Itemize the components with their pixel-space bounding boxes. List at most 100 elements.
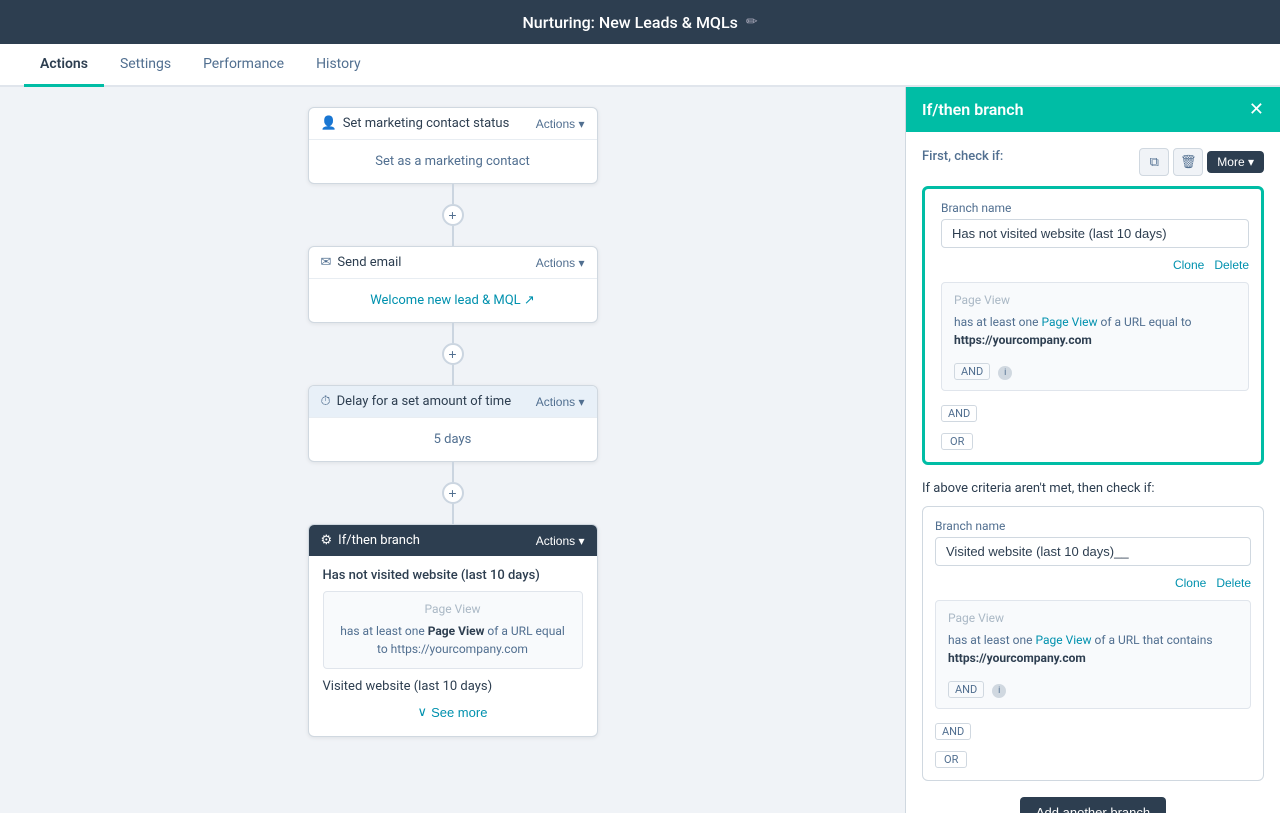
panel-toolbar: ⧉ 🗑 More ▾ [1139,148,1264,176]
tab-settings[interactable]: Settings [104,44,187,87]
connector-line [452,323,454,343]
workflow-canvas: 👤 Set marketing contact status Actions ▾… [0,87,905,813]
right-panel: If/then branch ✕ First, check if: ⧉ 🗑 Mo… [905,87,1280,813]
connector-line [452,462,454,482]
ifthen-icon: ⚙ [321,533,333,548]
node-body-email: Welcome new lead & MQL ↗ [309,279,597,322]
delete-btn-1[interactable]: Delete [1214,258,1249,272]
tab-performance[interactable]: Performance [187,44,300,87]
connector-line [452,226,454,246]
person-icon: 👤 [321,116,337,131]
node-header-left: 👤 Set marketing contact status [321,116,510,131]
node-header-delay-left: ⏱ Delay for a set amount of time [321,394,512,409]
page-view-title-canvas: Page View [336,602,570,616]
and-btn-below-1[interactable]: AND [941,405,977,422]
condition-title-2: Page View [948,611,1238,625]
clone-delete-row-1: Clone Delete [941,258,1249,272]
page-view-link-2: Page View [1035,633,1091,647]
info-icon-1: i [998,366,1012,380]
main-layout: 👤 Set marketing contact status Actions ▾… [0,87,1280,813]
and-row-below-1: AND [941,399,1249,422]
condition-text-1: has at least one Page View of a URL equa… [954,313,1236,349]
condition-card-2: Page View has at least one Page View of … [935,600,1251,709]
tab-actions[interactable]: Actions [24,44,104,87]
node-header-marketing: 👤 Set marketing contact status Actions ▾ [309,108,597,140]
actions-btn-marketing[interactable]: Actions ▾ [536,117,585,131]
node-type-delay: Delay for a set amount of time [337,394,511,409]
ifthen-header-left: ⚙ If/then branch [321,533,420,548]
node-type-marketing: Set marketing contact status [343,116,510,131]
condition-text-2: has at least one Page View of a URL that… [948,631,1238,667]
clone-btn-2[interactable]: Clone [1175,576,1206,590]
node-body-delay: 5 days [309,418,597,461]
and-row-below-2: AND [935,717,1251,740]
node-delay: ⏱ Delay for a set amount of time Actions… [308,385,598,462]
edit-icon[interactable]: ✏ [746,14,758,30]
condition-title-1: Page View [954,293,1236,307]
node-send-email: ✉ Send email Actions ▾ Welcome new lead … [308,246,598,323]
and-btn-1[interactable]: AND [954,363,990,380]
node-type-email: Send email [337,255,401,270]
branch-name-label-1: Branch name [941,201,1249,215]
or-btn-2[interactable]: OR [935,751,967,768]
add-step-btn-1[interactable]: + [442,204,464,226]
and-row-2: AND i [948,675,1238,698]
clone-btn-1[interactable]: Clone [1173,258,1204,272]
panel-close-btn[interactable]: ✕ [1249,99,1264,120]
node-header-email-left: ✉ Send email [321,255,402,270]
ifthen-body: Has not visited website (last 10 days) P… [309,556,597,736]
and-row-1: AND i [954,357,1236,380]
copy-icon-btn[interactable]: ⧉ [1139,148,1169,176]
ifthen-type: If/then branch [338,533,420,548]
node-marketing-status: 👤 Set marketing contact status Actions ▾… [308,107,598,184]
connector-3: + [442,462,464,524]
page-view-link-canvas: Page View [428,624,485,638]
add-branch-btn[interactable]: Add another branch [1020,797,1166,813]
add-step-btn-2[interactable]: + [442,343,464,365]
branch-name-input-1[interactable] [941,219,1249,248]
nav-tabs: Actions Settings Performance History [0,44,1280,87]
more-btn[interactable]: More ▾ [1207,151,1264,173]
actions-btn-email[interactable]: Actions ▾ [536,256,585,270]
node-header-email: ✉ Send email Actions ▾ [309,247,597,279]
email-link[interactable]: Welcome new lead & MQL ↗ [370,293,535,308]
workflow-container: 👤 Set marketing contact status Actions ▾… [153,107,753,737]
condition-text-canvas: has at least one Page View of a URL equa… [336,622,570,658]
node-ifthen: ⚙ If/then branch Actions ▾ Has not visit… [308,524,598,737]
and-btn-2[interactable]: AND [948,681,984,698]
connector-2: + [442,323,464,385]
tab-history[interactable]: History [300,44,377,87]
external-link-icon: ↗ [524,293,535,308]
page-view-card-canvas: Page View has at least one Page View of … [323,591,583,669]
branch-1-section: Branch name Clone Delete Page View has a… [922,186,1264,465]
or-btn-1[interactable]: OR [941,433,973,450]
and-btn-below-2[interactable]: AND [935,723,971,740]
panel-header: If/then branch ✕ [906,87,1280,132]
panel-body: First, check if: ⧉ 🗑 More ▾ Branch name … [906,132,1280,813]
visited-label: Visited website (last 10 days) [323,679,583,694]
clone-delete-row-2: Clone Delete [935,576,1251,590]
connector-1: + [442,184,464,246]
branch-name-input-2[interactable] [935,537,1251,566]
second-check-label: If above criteria aren't met, then check… [922,481,1264,496]
condition-card-1: Page View has at least one Page View of … [941,282,1249,391]
branch-1-inner: Branch name Clone Delete Page View has a… [937,201,1249,450]
node-header-delay: ⏱ Delay for a set amount of time Actions… [309,386,597,418]
connector-line [452,504,454,524]
panel-title: If/then branch [922,100,1024,119]
clock-icon: ⏱ [321,394,331,409]
actions-btn-ifthen[interactable]: Actions ▾ [536,534,585,548]
see-more-btn[interactable]: ∨ See more [323,694,583,724]
or-row-1: OR [941,430,1249,450]
actions-btn-delay[interactable]: Actions ▾ [536,395,585,409]
node-body-marketing: Set as a marketing contact [309,140,597,183]
connector-line [452,365,454,385]
add-step-btn-3[interactable]: + [442,482,464,504]
first-check-label: First, check if: [922,149,1003,164]
topbar: Nurturing: New Leads & MQLs ✏ [0,0,1280,44]
email-icon: ✉ [321,255,332,270]
delete-icon-btn[interactable]: 🗑 [1173,148,1203,176]
page-view-link-1: Page View [1041,315,1097,329]
chevron-down-icon: ∨ [418,704,428,720]
delete-btn-2[interactable]: Delete [1216,576,1251,590]
